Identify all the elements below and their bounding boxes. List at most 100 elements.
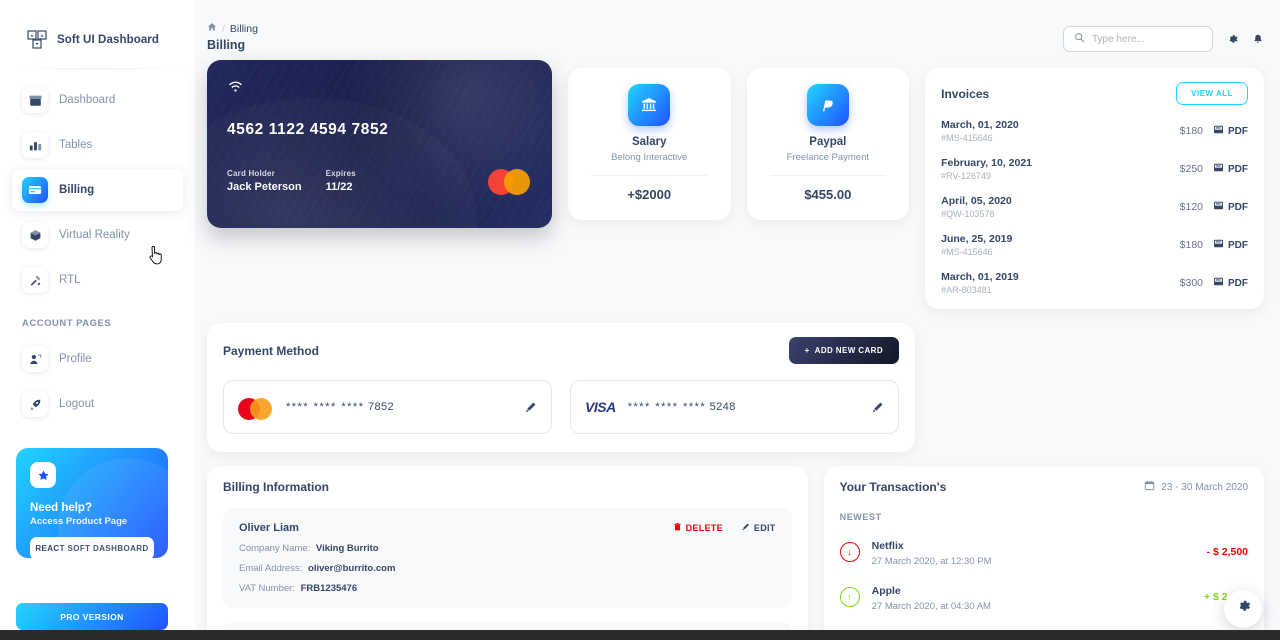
- invoice-row: February, 10, 2021 #RV-126749 $250 PDF P…: [941, 157, 1248, 181]
- masked-digits: **** **** ****: [627, 401, 707, 413]
- pro-version-button[interactable]: PRO VERSION: [16, 603, 168, 630]
- stat-card-value: +$2000: [627, 187, 672, 202]
- arrow-up-icon: ↑: [839, 586, 860, 607]
- invoice-pdf-button[interactable]: PDF PDF: [1213, 238, 1248, 252]
- payment-method-header: Payment Method + ADD NEW CARD: [223, 337, 899, 364]
- help-card: Need help? Access Product Page REACT SOF…: [16, 448, 168, 558]
- shop-icon: [22, 87, 48, 113]
- invoice-meta: April, 05, 2020 #QW-103578: [941, 195, 1012, 219]
- settings-fab[interactable]: [1224, 590, 1262, 628]
- add-new-card-button[interactable]: + ADD NEW CARD: [788, 337, 899, 364]
- delete-button[interactable]: DELETE: [673, 522, 723, 534]
- sidebar-nav: Dashboard Tables Billing Virtual Reality: [0, 79, 195, 425]
- search-input[interactable]: [1092, 33, 1202, 45]
- payment-card-mastercard[interactable]: mastercard **** **** **** 7852: [223, 380, 552, 434]
- sidebar-section-label: ACCOUNT PAGES: [22, 318, 112, 329]
- sidebar-item-label: Tables: [59, 139, 93, 151]
- billing-person-actions: DELETE EDIT: [673, 522, 776, 534]
- help-card-title: Need help?: [30, 502, 92, 514]
- invoice-row: March, 01, 2020 #MS-415646 $180 PDF PDF: [941, 119, 1248, 143]
- topbar: / Billing Billing: [195, 0, 1280, 60]
- last4-digits: 5248: [709, 401, 736, 413]
- stat-card-salary: Salary Belong Interactive +$2000: [567, 68, 731, 220]
- breadcrumb-block: / Billing Billing: [207, 22, 258, 53]
- pdf-label: PDF: [1228, 277, 1248, 289]
- company-value: Viking Burrito: [315, 543, 379, 554]
- transactions-date-range[interactable]: 23 - 30 March 2020: [1144, 480, 1248, 494]
- sidebar-item-rtl[interactable]: RTL: [12, 259, 183, 301]
- invoice-pdf-button[interactable]: PDF PDF: [1213, 162, 1248, 176]
- invoices-header: Invoices VIEW ALL: [941, 82, 1248, 105]
- edit-button[interactable]: EDIT: [741, 522, 776, 534]
- card-holder-value: Jack Peterson: [227, 181, 302, 193]
- invoice-date: February, 10, 2021: [941, 157, 1033, 169]
- invoice-meta: March, 01, 2020 #MS-415646: [941, 119, 1019, 143]
- sidebar-item-label: Billing: [59, 184, 95, 196]
- trash-icon: [673, 522, 682, 534]
- home-icon[interactable]: [207, 22, 217, 35]
- divider: [769, 175, 886, 176]
- billing-information-card: Billing Information Oliver Liam DELETE E…: [207, 466, 808, 640]
- browser-status-bar: [0, 630, 1280, 640]
- bottom-row: Billing Information Oliver Liam DELETE E…: [195, 452, 1280, 640]
- billing-information-title: Billing Information: [223, 480, 329, 494]
- pdf-icon: PDF: [1213, 238, 1224, 252]
- card-expires-value: 11/22: [325, 181, 353, 193]
- gear-icon[interactable]: [1226, 33, 1239, 46]
- billing-vat-line: VAT Number: FRB1235476: [239, 583, 776, 594]
- tools-icon: [22, 267, 48, 293]
- brand[interactable]: Soft UI Dashboard: [0, 0, 195, 56]
- invoice-pdf-button[interactable]: PDF PDF: [1213, 276, 1248, 290]
- transactions-header: Your Transaction's 23 - 30 March 2020: [840, 480, 1248, 494]
- react-soft-dashboard-button[interactable]: REACT SOFT DASHBOARD: [30, 537, 154, 558]
- pencil-icon[interactable]: [871, 401, 884, 414]
- card-holder-label: Card Holder: [227, 169, 275, 178]
- svg-text:PDF: PDF: [1216, 279, 1221, 282]
- payment-card-number: **** **** **** 7852: [286, 401, 394, 413]
- billing-person-item: Oliver Liam DELETE EDIT Company Name: Vi…: [223, 508, 792, 608]
- mastercard-icon: [487, 169, 532, 195]
- transaction-meta: Apple 27 March 2020, at 04:30 AM: [872, 581, 991, 612]
- sidebar-item-tables[interactable]: Tables: [12, 124, 183, 166]
- pdf-label: PDF: [1228, 201, 1248, 213]
- invoice-row: March, 01, 2019 #AR-803481 $300 PDF PDF: [941, 271, 1248, 295]
- card-expires-label: Expires: [325, 169, 356, 178]
- sidebar-item-dashboard[interactable]: Dashboard: [12, 79, 183, 121]
- breadcrumb-separator: /: [222, 22, 225, 35]
- add-new-card-label: ADD NEW CARD: [814, 346, 883, 355]
- summary-row: 4562 1122 4594 7852 Card Holder Jack Pet…: [195, 60, 1280, 309]
- invoice-id: #MS-415646: [941, 247, 993, 257]
- pencil-icon[interactable]: [524, 401, 537, 414]
- invoice-date: April, 05, 2020: [941, 195, 1012, 207]
- transactions-card: Your Transaction's 23 - 30 March 2020 NE…: [823, 466, 1264, 640]
- pencil-icon: [741, 522, 750, 534]
- invoice-meta: June, 25, 2019 #MS-415646: [941, 233, 1012, 257]
- transaction-row: ↑ Apple 27 March 2020, at 04:30 AM + $ 2…: [839, 581, 1248, 612]
- email-label: Email Address:: [239, 563, 303, 574]
- sidebar-item-label: Profile: [59, 353, 92, 365]
- invoice-actions: $180 PDF PDF: [1180, 238, 1248, 252]
- company-label: Company Name:: [239, 543, 311, 554]
- invoice-pdf-button[interactable]: PDF PDF: [1213, 124, 1248, 138]
- search-box[interactable]: [1063, 26, 1213, 52]
- stat-card-paypal: Paypal Freelance Payment $455.00: [746, 68, 910, 220]
- invoice-actions: $180 PDF PDF: [1180, 124, 1248, 138]
- invoice-pdf-button[interactable]: PDF PDF: [1213, 200, 1248, 214]
- invoice-id: #MS-415646: [941, 133, 993, 143]
- payment-card-visa[interactable]: VISA **** **** **** 5248: [570, 380, 899, 434]
- view-all-button[interactable]: VIEW ALL: [1176, 82, 1248, 105]
- bell-icon[interactable]: [1252, 33, 1264, 46]
- invoice-amount: $180: [1179, 239, 1203, 251]
- transaction-time: 27 March 2020, at 12:30 PM: [871, 556, 992, 567]
- invoice-date: March, 01, 2020: [941, 119, 1019, 131]
- sidebar-item-billing[interactable]: Billing: [12, 169, 183, 211]
- payment-card-number: **** **** **** 5248: [628, 401, 736, 413]
- invoice-amount: $120: [1179, 201, 1203, 213]
- credit-card-icon: [22, 177, 48, 203]
- breadcrumb-current[interactable]: Billing: [230, 23, 258, 35]
- mastercard-icon: mastercard: [238, 398, 274, 420]
- sidebar-item-virtual-reality[interactable]: Virtual Reality: [12, 214, 183, 256]
- pdf-icon: PDF: [1213, 162, 1224, 176]
- sidebar-item-profile[interactable]: Profile: [12, 338, 183, 380]
- sidebar-item-logout[interactable]: Logout: [12, 383, 183, 425]
